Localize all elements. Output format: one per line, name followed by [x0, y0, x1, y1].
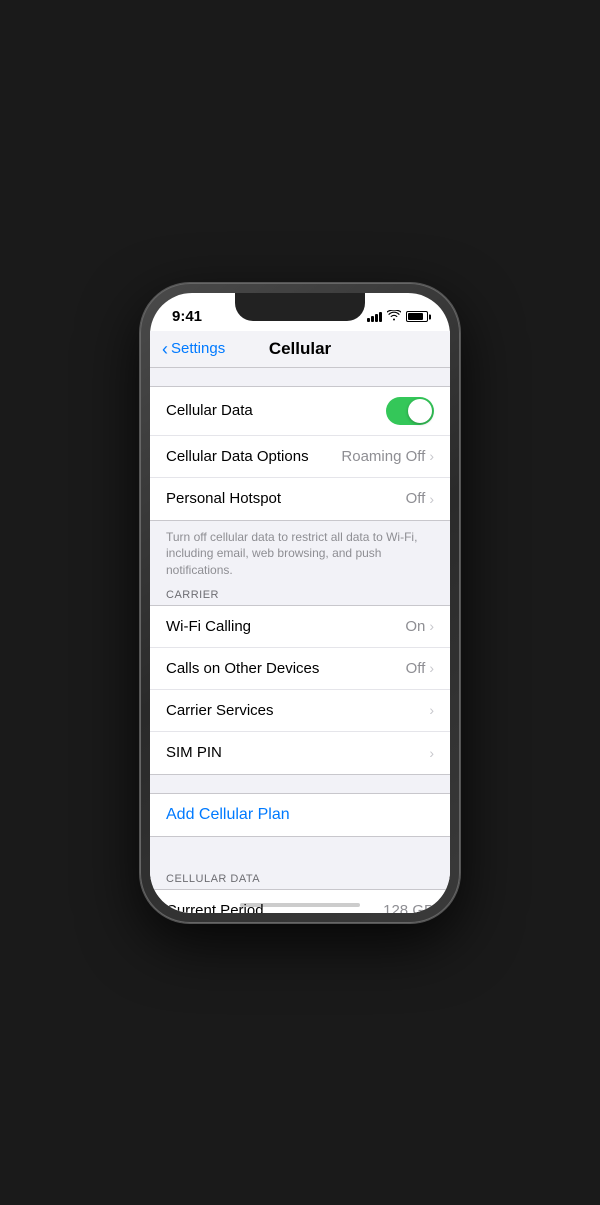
sim-pin-label: SIM PIN [166, 744, 222, 761]
calls-other-devices-value: Off [406, 660, 426, 677]
wifi-calling-value: On [405, 618, 425, 635]
cellular-data-options-row[interactable]: Cellular Data Options Roaming Off › [150, 436, 450, 478]
back-chevron-icon: ‹ [162, 340, 168, 358]
back-label: Settings [171, 340, 225, 357]
cellular-data-row[interactable]: Cellular Data [150, 387, 450, 436]
cellular-data-toggle[interactable] [386, 397, 434, 425]
add-cellular-plan-label: Add Cellular Plan [166, 806, 290, 823]
data-usage-group: Current Period 128 GB Current Period Roa… [150, 889, 450, 913]
carrier-services-label: Carrier Services [166, 702, 274, 719]
carrier-services-row[interactable]: Carrier Services › [150, 690, 450, 732]
page-title: Cellular [269, 339, 331, 359]
cellular-data-label: Cellular Data [166, 402, 253, 419]
wifi-calling-label: Wi-Fi Calling [166, 618, 251, 635]
calls-other-devices-label: Calls on Other Devices [166, 660, 319, 677]
cellular-data-options-value: Roaming Off [341, 448, 425, 465]
carrier-section-header: CARRIER [150, 583, 450, 605]
personal-hotspot-label: Personal Hotspot [166, 490, 281, 507]
cellular-data-section-header: CELLULAR DATA [150, 867, 450, 889]
carrier-services-chevron-icon: › [429, 702, 434, 718]
signal-icon [367, 312, 382, 322]
cellular-data-description: Turn off cellular data to restrict all d… [150, 521, 450, 583]
wifi-calling-row[interactable]: Wi-Fi Calling On › [150, 606, 450, 648]
wifi-icon [387, 310, 401, 324]
personal-hotspot-value: Off [406, 490, 426, 507]
screen-content: ‹ Settings Cellular Cellular Data [150, 331, 450, 913]
personal-hotspot-row[interactable]: Personal Hotspot Off › [150, 478, 450, 520]
battery-icon [406, 311, 428, 322]
add-cellular-plan-row[interactable]: Add Cellular Plan [150, 793, 450, 837]
phone-screen: 9:41 [150, 293, 450, 913]
personal-hotspot-chevron-icon: › [429, 491, 434, 507]
mid-spacer [150, 775, 450, 793]
wifi-calling-chevron-icon: › [429, 618, 434, 634]
cellular-data-options-label: Cellular Data Options [166, 448, 309, 465]
calls-other-devices-chevron-icon: › [429, 660, 434, 676]
main-settings-group: Cellular Data Cellular Data Options Roam… [150, 386, 450, 521]
sim-pin-row[interactable]: SIM PIN › [150, 732, 450, 774]
pre-data-spacer [150, 837, 450, 867]
status-time: 9:41 [172, 308, 202, 325]
cellular-data-options-chevron-icon: › [429, 448, 434, 464]
home-indicator [240, 903, 360, 907]
back-button[interactable]: ‹ Settings [162, 340, 225, 358]
calls-other-devices-row[interactable]: Calls on Other Devices Off › [150, 648, 450, 690]
phone-frame: 9:41 [140, 283, 460, 923]
sim-pin-chevron-icon: › [429, 745, 434, 761]
status-icons [367, 310, 428, 324]
carrier-settings-group: Wi-Fi Calling On › Calls on Other Device… [150, 605, 450, 775]
notch [235, 293, 365, 321]
nav-header: ‹ Settings Cellular [150, 331, 450, 368]
current-period-row[interactable]: Current Period 128 GB [150, 890, 450, 913]
top-spacer [150, 368, 450, 386]
current-period-value: 128 GB [383, 902, 434, 913]
